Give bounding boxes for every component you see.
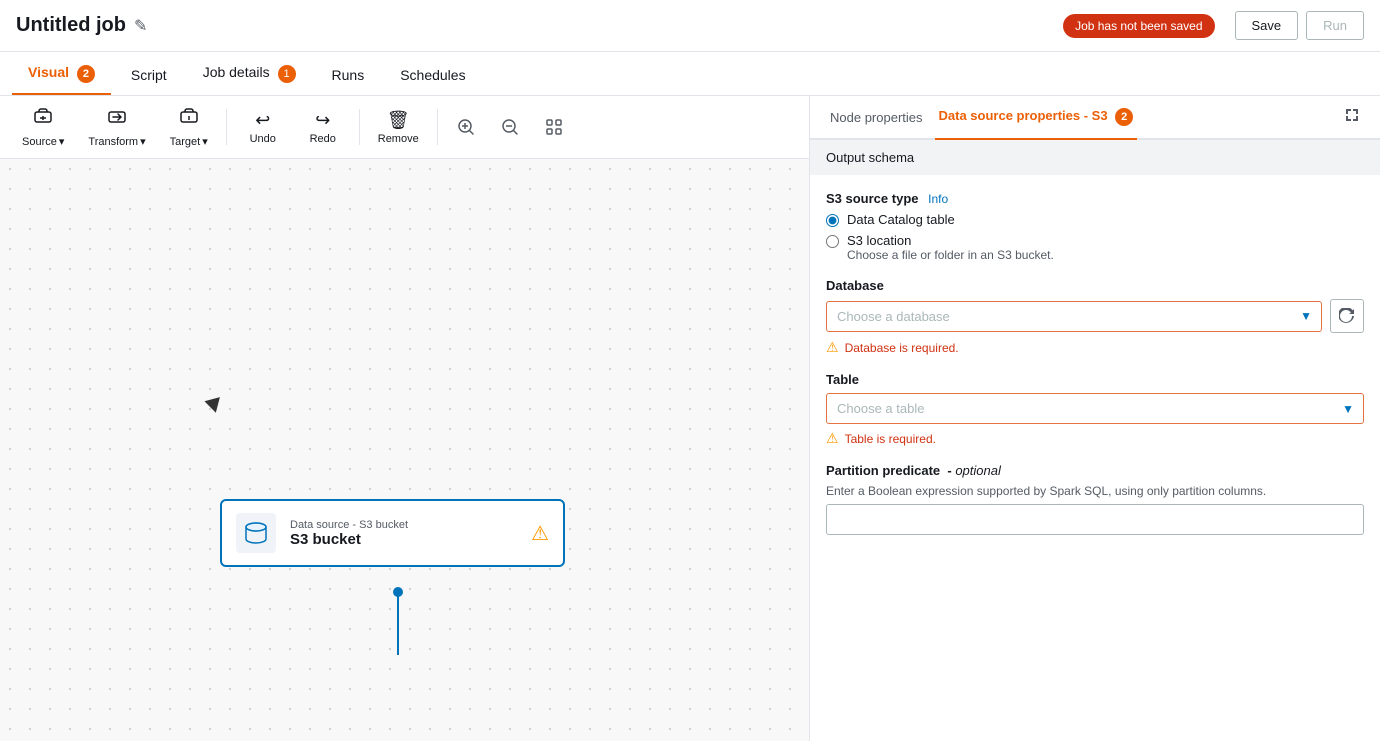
target-button[interactable]: Target ▾ [160,102,218,152]
save-button[interactable]: Save [1235,11,1299,40]
target-dropdown-arrow: ▾ [202,135,208,148]
radio-item-data-catalog: Data Catalog table [826,212,1364,227]
output-schema-bar: Output schema [810,140,1380,175]
table-field: Table Choose a table ▼ ⚠ Table is requir… [826,372,1364,447]
radio-data-catalog-label[interactable]: Data Catalog table [847,212,955,227]
zoom-in-button[interactable] [446,111,486,143]
table-label: Table [826,372,1364,387]
node-title: S3 bucket [290,531,517,548]
database-error-icon: ⚠ [826,339,839,356]
radio-group-source-type: Data Catalog table S3 location Choose a … [826,212,1364,262]
tab-job-details-badge: 1 [278,65,296,83]
partition-sub: Enter a Boolean expression supported by … [826,484,1364,498]
remove-icon: 🗑 [387,110,410,131]
tab-job-details[interactable]: Job details 1 [187,54,312,95]
tab-runs[interactable]: Runs [316,57,381,95]
target-label: Target [170,136,201,148]
tab-visual[interactable]: Visual 2 [12,54,111,95]
node-warning-icon: ⚠ [531,521,549,546]
database-label: Database [826,278,1364,293]
database-select[interactable]: Choose a database [826,301,1322,332]
database-field: Database Choose a database ▼ ⚠ Database … [826,278,1364,356]
undo-label: Undo [250,133,276,145]
transform-dropdown-arrow: ▾ [140,135,146,148]
main-content: Source ▾ Transform ▾ Target [0,96,1380,741]
fit-view-button[interactable] [534,111,574,143]
transform-label: Transform [88,136,138,148]
toolbar-sep-3 [437,109,438,145]
unsaved-badge: Job has not been saved [1063,14,1214,38]
database-refresh-button[interactable] [1330,299,1364,333]
run-button[interactable]: Run [1306,11,1364,40]
radio-s3-location[interactable] [826,235,839,248]
s3-source-type-info-link[interactable]: Info [928,192,948,206]
panel-content: S3 source type Info Data Catalog table S… [810,175,1380,551]
redo-icon: ↪ [315,110,330,131]
source-button[interactable]: Source ▾ [12,102,74,152]
canvas[interactable]: Data source - S3 bucket S3 bucket ⚠ [0,159,809,741]
table-error-msg: ⚠ Table is required. [826,430,1364,447]
database-select-row: Choose a database ▼ [826,299,1364,333]
node-content: Data source - S3 bucket S3 bucket [290,519,517,548]
toolbar-sep-2 [359,109,360,145]
node-icon [236,513,276,553]
s3-source-node[interactable]: Data source - S3 bucket S3 bucket ⚠ [220,499,565,567]
panel-tabs: Node properties Data source properties -… [810,96,1380,140]
database-error-msg: ⚠ Database is required. [826,339,1364,356]
zoom-out-button[interactable] [490,111,530,143]
cursor-indicator [204,397,223,415]
redo-button[interactable]: ↪ Redo [295,106,351,149]
panel-tab-badge: 2 [1115,108,1133,126]
node-line [397,595,399,655]
undo-button[interactable]: ↩ Undo [235,106,291,149]
toolbar-sep-1 [226,109,227,145]
table-error-icon: ⚠ [826,430,839,447]
right-panel: Node properties Data source properties -… [810,96,1380,741]
canvas-toolbar: Source ▾ Transform ▾ Target [0,96,809,159]
radio-data-catalog[interactable] [826,214,839,227]
panel-tab-data-source-props[interactable]: Data source properties - S3 2 [935,96,1138,140]
s3-source-type-label: S3 source type Info [826,191,1364,206]
edit-title-icon[interactable]: ✎ [134,16,147,36]
tab-schedules[interactable]: Schedules [384,57,481,95]
partition-input[interactable] [826,504,1364,535]
partition-label: Partition predicate - optional [826,463,1364,478]
database-select-wrapper: Choose a database ▼ [826,301,1322,332]
source-label: Source [22,136,57,148]
transform-icon [106,106,128,133]
partition-field: Partition predicate - optional Enter a B… [826,463,1364,535]
panel-expand-button[interactable] [1340,103,1364,132]
table-select-wrapper: Choose a table ▼ [826,393,1364,424]
remove-label: Remove [378,133,419,145]
s3-source-type-field: S3 source type Info Data Catalog table S… [826,191,1364,262]
page-title: Untitled job [16,14,126,37]
redo-label: Redo [310,133,336,145]
target-icon [178,106,200,133]
tab-script[interactable]: Script [115,57,183,95]
tab-visual-badge: 2 [77,65,95,83]
node-subtitle: Data source - S3 bucket [290,519,517,531]
remove-button[interactable]: 🗑 Remove [368,106,429,149]
source-icon [32,106,54,133]
app-header: Untitled job ✎ Job has not been saved Sa… [0,0,1380,52]
panel-tab-node-props[interactable]: Node properties [826,98,927,139]
radio-s3-location-label[interactable]: S3 location Choose a file or folder in a… [847,233,1054,262]
undo-icon: ↩ [255,110,270,131]
transform-button[interactable]: Transform ▾ [78,102,155,152]
source-dropdown-arrow: ▾ [59,135,65,148]
canvas-area: Source ▾ Transform ▾ Target [0,96,810,741]
table-select[interactable]: Choose a table [826,393,1364,424]
main-tabs: Visual 2 Script Job details 1 Runs Sched… [0,52,1380,96]
radio-item-s3-location: S3 location Choose a file or folder in a… [826,233,1364,262]
